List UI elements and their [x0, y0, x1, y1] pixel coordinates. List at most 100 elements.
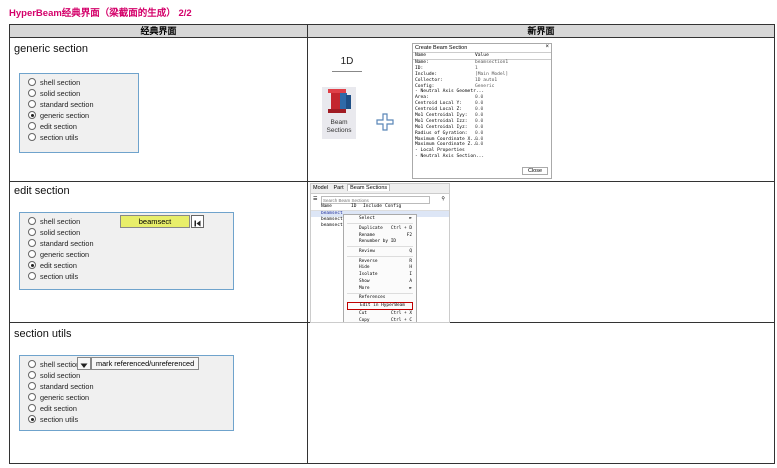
- col-config[interactable]: Config: [385, 204, 401, 209]
- radio-section-utils[interactable]: section utils: [28, 272, 78, 281]
- comparison-table: 经典界面 新界面 generic section shell section s…: [9, 24, 775, 464]
- menu-item[interactable]: Cut Ctrl + X: [347, 311, 413, 317]
- menu-item-label: Show: [359, 278, 370, 284]
- radio-circle[interactable]: [28, 404, 36, 412]
- radio-shell-section[interactable]: shell section: [28, 360, 80, 369]
- dialog-row-name: - Neutral Axis Section...: [415, 154, 485, 160]
- menu-item-label: Renumber by ID: [359, 239, 397, 245]
- select-entity-button[interactable]: [191, 215, 204, 228]
- col-include[interactable]: Include: [363, 204, 382, 209]
- menu-item[interactable]: Copy Ctrl + C: [347, 317, 413, 323]
- radio-edit-section[interactable]: edit section: [28, 261, 77, 270]
- menu-item[interactable]: Edit in HyperBeam: [347, 302, 413, 310]
- radio-solid-section[interactable]: solid section: [28, 89, 80, 98]
- radio-circle[interactable]: [28, 122, 36, 130]
- radio-circle-selected[interactable]: [28, 415, 36, 423]
- menu-item[interactable]: Hide H: [347, 265, 413, 271]
- col-name[interactable]: Name: [321, 204, 332, 209]
- radio-generic-section[interactable]: generic section: [28, 250, 89, 259]
- menu-item[interactable]: Review Q: [347, 249, 413, 255]
- menu-separator: [347, 223, 413, 225]
- menu-item-label: Copy: [359, 317, 370, 323]
- radio-circle[interactable]: [28, 393, 36, 401]
- menu-item[interactable]: More ►: [347, 286, 413, 292]
- radio-edit-section[interactable]: edit section: [28, 122, 77, 131]
- menu-item[interactable]: Reverse R: [347, 259, 413, 265]
- radio-circle[interactable]: [28, 371, 36, 379]
- radio-standard-section[interactable]: standard section: [28, 100, 94, 109]
- radio-circle-selected[interactable]: [28, 261, 36, 269]
- column-divider: [307, 25, 308, 463]
- tab-beam-sections[interactable]: Beam Sections: [347, 184, 391, 191]
- menu-item-label: Reverse: [359, 258, 378, 264]
- close-button[interactable]: Close: [521, 167, 548, 175]
- radio-section-utils[interactable]: section utils: [28, 133, 78, 142]
- column-header-row: Name ID Include Config: [311, 204, 449, 211]
- radio-circle[interactable]: [28, 360, 36, 368]
- menu-item-label: Rename: [359, 232, 375, 238]
- radio-section-utils[interactable]: section utils: [28, 415, 78, 424]
- menu-separator: [347, 292, 413, 294]
- radio-circle[interactable]: [28, 100, 36, 108]
- radio-circle[interactable]: [28, 239, 36, 247]
- menu-item-shortcut: H: [409, 265, 412, 271]
- radio-circle[interactable]: [28, 133, 36, 141]
- menu-item-label: Duplicate: [359, 225, 383, 231]
- dialog-row[interactable]: - Neutral Axis Section...: [413, 154, 551, 160]
- menu-item-label: Select: [359, 216, 375, 222]
- menu-item-label: More: [359, 285, 370, 291]
- radio-circle[interactable]: [28, 228, 36, 236]
- menu-item[interactable]: Isolate I: [347, 272, 413, 278]
- menu-item-shortcut: Ctrl + D: [390, 225, 412, 231]
- radio-circle[interactable]: [28, 250, 36, 258]
- radio-solid-section[interactable]: solid section: [28, 228, 80, 237]
- mark-referenced-button[interactable]: mark referenced/unreferenced: [91, 357, 200, 370]
- menu-items: Select ► Duplicate Ctrl + D Rename F2 Renumber…: [344, 216, 416, 323]
- radio-circle[interactable]: [28, 89, 36, 97]
- menu-item[interactable]: Select ►: [347, 216, 413, 222]
- radio-shell-section[interactable]: shell section: [28, 78, 80, 87]
- dialog-header-row: Name Value: [413, 52, 551, 60]
- menu-item-shortcut: I: [409, 272, 412, 278]
- mode-dropdown-toggle[interactable]: [77, 357, 91, 370]
- browser-tabs: Model Part Beam Sections: [311, 184, 449, 194]
- search-input[interactable]: [321, 196, 430, 204]
- menu-item-shortcut: A: [409, 278, 412, 284]
- tab-model[interactable]: Model: [311, 185, 330, 191]
- radio-circle[interactable]: [28, 217, 36, 225]
- radio-generic-section[interactable]: generic section: [28, 111, 89, 120]
- col-id[interactable]: ID: [351, 204, 356, 209]
- menu-item[interactable]: References: [347, 295, 413, 301]
- tab-part[interactable]: Part: [332, 185, 346, 191]
- menu-item[interactable]: Rename F2: [347, 233, 413, 239]
- new-ui-entity-browser: Model Part Beam Sections ☰ ⚲ Name ID Inc…: [310, 183, 450, 323]
- menu-item[interactable]: Renumber by ID: [347, 239, 413, 245]
- menu-item[interactable]: Show A: [347, 279, 413, 285]
- radio-solid-section[interactable]: solid section: [28, 371, 80, 380]
- classic-panel-generic: shell section solid section standard sec…: [19, 73, 139, 153]
- radio-standard-section[interactable]: standard section: [28, 239, 94, 248]
- dialog-title: Create Beam Section: [415, 45, 468, 51]
- radio-standard-section[interactable]: standard section: [28, 382, 94, 391]
- filter-icon[interactable]: ☰: [313, 196, 317, 202]
- menu-item-shortcut: F2: [406, 232, 412, 238]
- menu-item-shortcut: Ctrl + C: [390, 317, 412, 323]
- radio-edit-section[interactable]: edit section: [28, 404, 77, 413]
- ribbon-tab-1d[interactable]: 1D: [334, 56, 360, 67]
- radio-circle[interactable]: [28, 272, 36, 280]
- context-menu: Select ► Duplicate Ctrl + D Rename F2 Renumber…: [343, 214, 417, 323]
- row1-caption: generic section: [14, 43, 88, 55]
- radio-circle-selected[interactable]: [28, 111, 36, 119]
- radio-shell-section[interactable]: shell section: [28, 217, 80, 226]
- close-icon[interactable]: ×: [545, 44, 549, 50]
- menu-item-label: Edit in HyperBeam: [360, 303, 405, 309]
- radio-generic-section[interactable]: generic section: [28, 393, 89, 402]
- menu-item-shortcut: Ctrl + X: [390, 310, 412, 316]
- radio-circle[interactable]: [28, 382, 36, 390]
- menu-item[interactable]: Duplicate Ctrl + D: [347, 226, 413, 232]
- section-name-field[interactable]: beamsect: [120, 215, 190, 228]
- search-icon[interactable]: ⚲: [441, 196, 445, 202]
- beam-sections-tool[interactable]: Beam Sections: [322, 87, 356, 139]
- classic-panel-utils: shell section solid section standard sec…: [19, 355, 234, 431]
- radio-circle[interactable]: [28, 78, 36, 86]
